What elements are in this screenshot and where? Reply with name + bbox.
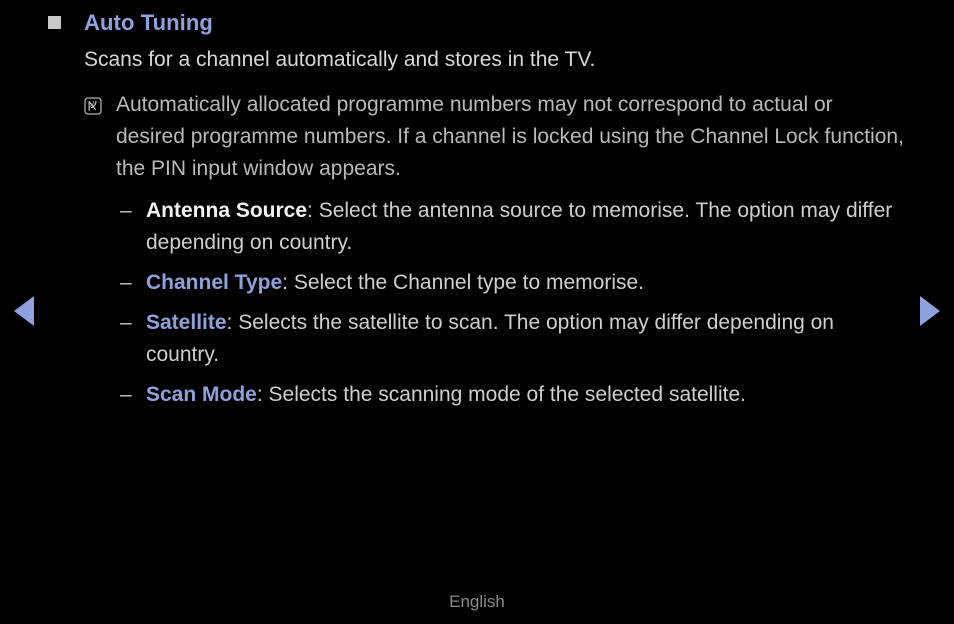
note-pen-icon [84,97,102,115]
option-term: Antenna Source [146,199,308,222]
option-list: – Antenna Source: Select the antenna sou… [120,195,908,411]
option-separator: : [256,383,269,406]
page-title: Auto Tuning [84,10,213,35]
list-item: – Scan Mode: Selects the scanning mode o… [120,379,908,411]
section-heading: Auto Tuning [48,8,908,38]
square-bullet-icon [48,16,61,29]
list-item: – Antenna Source: Select the antenna sou… [120,195,908,259]
language-text: English [449,592,505,611]
dash-marker: – [120,199,132,222]
dash-marker: – [120,271,132,294]
option-text: Scan Mode: Selects the scanning mode of … [146,379,746,411]
option-separator: : [282,271,294,294]
e-manual-page: Auto Tuning Scans for a channel automati… [0,0,954,624]
option-text: Antenna Source: Select the antenna sourc… [146,195,908,259]
option-description: Selects the satellite to scan. The optio… [146,311,834,366]
option-term[interactable]: Satellite [146,311,227,334]
option-description: Selects the scanning mode of the selecte… [268,383,746,406]
content-column: Auto Tuning Scans for a channel automati… [48,8,908,419]
option-term[interactable]: Channel Type [146,271,282,294]
list-item: – Satellite: Selects the satellite to sc… [120,307,908,371]
option-description: Select the Channel type to memorise. [293,271,644,294]
section-description: Scans for a channel automatically and st… [84,48,596,71]
dash-marker: – [120,311,132,334]
option-separator: : [226,311,239,334]
note-text: Automatically allocated programme number… [116,93,904,180]
list-item: – Channel Type: Select the Channel type … [120,267,908,299]
option-text: Satellite: Selects the satellite to scan… [146,307,908,371]
option-term[interactable]: Scan Mode [146,383,257,406]
footer-language-label: English [0,591,954,613]
triangle-right-icon[interactable] [920,296,940,326]
dash-marker: – [120,383,132,406]
triangle-left-icon[interactable] [14,296,34,326]
option-text: Channel Type: Select the Channel type to… [146,267,644,299]
option-separator: : [307,199,319,222]
note-block: Automatically allocated programme number… [84,89,908,185]
